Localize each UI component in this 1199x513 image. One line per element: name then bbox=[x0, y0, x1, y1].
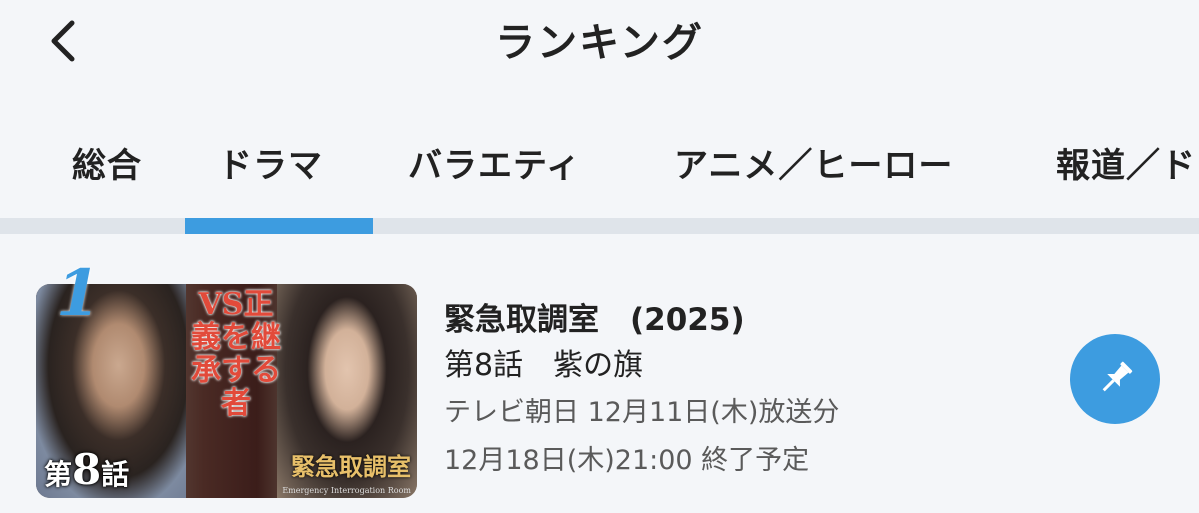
thumbnail-episode-badge: 第8話 bbox=[44, 445, 129, 494]
active-tab-indicator bbox=[185, 218, 373, 234]
tab-variety[interactable]: バラエティ bbox=[408, 138, 581, 187]
category-tabs: 総合 ドラマ バラエティ アニメ／ヒーロー 報道／ド bbox=[0, 120, 1199, 210]
broadcast-info: テレビ朝日 12月11日(木)放送分 bbox=[444, 397, 840, 428]
tab-general[interactable]: 総合 bbox=[72, 138, 142, 187]
tab-drama[interactable]: ドラマ bbox=[218, 138, 323, 187]
thumbnail-show-logo-sub: Emergency Interrogation Room bbox=[282, 486, 411, 495]
page-title: ランキング bbox=[495, 20, 704, 66]
thumbnail-headline: VS正義を継承する者 bbox=[191, 287, 281, 421]
tab-anime-hero[interactable]: アニメ／ヒーロー bbox=[674, 138, 953, 187]
program-title: 緊急取調室 (2025) bbox=[444, 302, 745, 338]
tab-track bbox=[0, 218, 1199, 234]
header: ランキング bbox=[0, 0, 1199, 90]
episode-title: 第8話 紫の旗 bbox=[444, 348, 644, 383]
pin-button[interactable] bbox=[1070, 334, 1160, 424]
ranking-list-item[interactable]: VS正義を継承する者 第8話 緊急取調室 Emergency Interroga… bbox=[0, 256, 1199, 513]
tab-news-documentary[interactable]: 報道／ド bbox=[1056, 138, 1196, 187]
program-info: 緊急取調室 (2025) 第8話 紫の旗 テレビ朝日 12月11日(木)放送分 … bbox=[444, 294, 839, 486]
rank-number: 1 bbox=[56, 256, 101, 331]
end-schedule: 12月18日(木)21:00 終了予定 bbox=[444, 445, 810, 476]
thumbnail-episode-prefix: 第 bbox=[44, 458, 73, 491]
thumbnail-show-logo: 緊急取調室 bbox=[291, 452, 411, 481]
thumbnail-episode-suffix: 話 bbox=[101, 458, 130, 491]
thumbnail-episode-number: 8 bbox=[72, 445, 102, 494]
pushpin-icon bbox=[1102, 361, 1133, 392]
